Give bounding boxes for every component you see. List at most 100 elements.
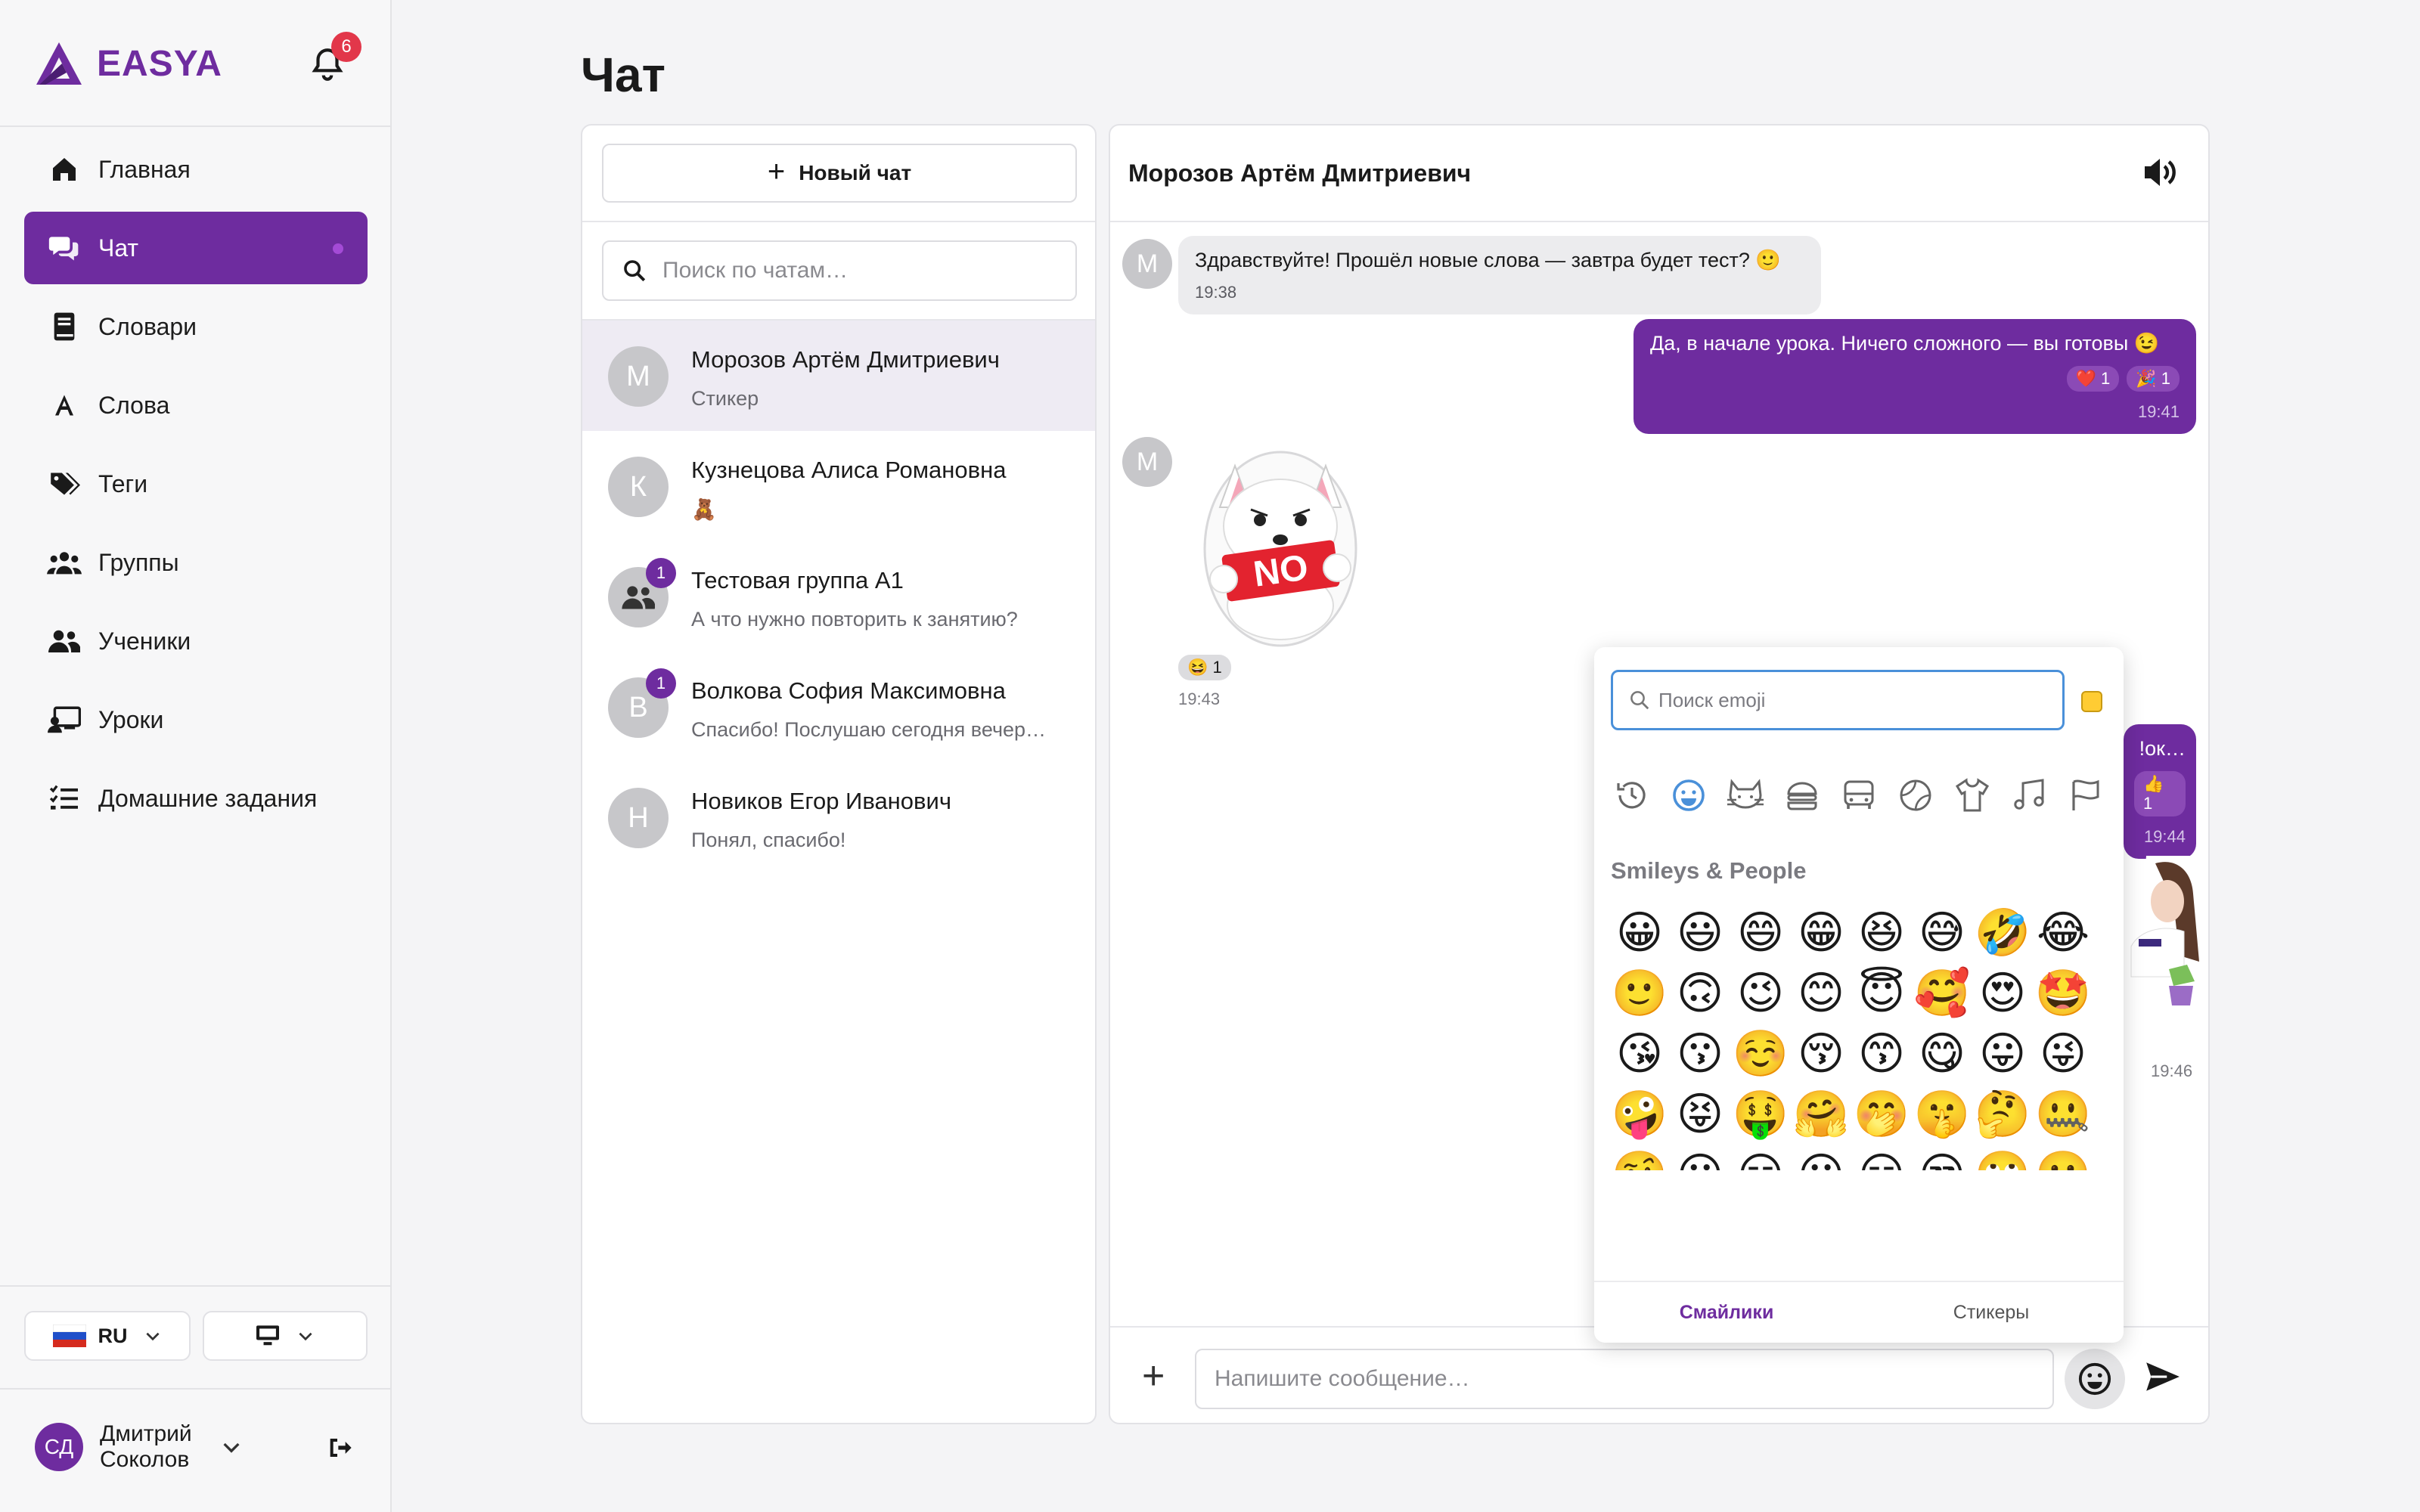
message-input[interactable]: Напишите сообщение… bbox=[1195, 1349, 2054, 1409]
avatar: К bbox=[608, 457, 669, 517]
app-name: EASYA bbox=[97, 43, 222, 84]
message-outgoing[interactable]: Да, в начале урока. Ничего сложного — вы… bbox=[1634, 319, 2196, 434]
emoji-cell[interactable]: 😇 bbox=[1851, 963, 1912, 1024]
nav-item-dictionaries[interactable]: Словари bbox=[24, 290, 368, 363]
emoji-cell[interactable]: 😏 bbox=[1851, 1145, 1912, 1170]
reaction-chip[interactable]: 😆 1 bbox=[1178, 655, 1231, 680]
message-incoming[interactable]: Здравствуйте! Прошёл новые слова — завтр… bbox=[1178, 236, 1821, 314]
smileys-icon[interactable] bbox=[1668, 774, 1710, 816]
app-logo[interactable]: EASYA bbox=[35, 39, 222, 88]
emoji-cell[interactable]: 😆 bbox=[1851, 903, 1912, 963]
language-select[interactable]: RU bbox=[24, 1311, 191, 1361]
objects-icon[interactable] bbox=[1951, 774, 1993, 816]
emoji-cell[interactable]: 🤩 bbox=[2033, 963, 2093, 1024]
emoji-search-input[interactable]: Поиск emoji bbox=[1611, 670, 2065, 730]
chat-list-item[interactable]: М Морозов Артём Дмитриевич Стикер bbox=[582, 321, 1095, 431]
send-icon[interactable] bbox=[2143, 1358, 2181, 1396]
emoji-cell[interactable]: 🙂 bbox=[1609, 963, 1670, 1024]
message-placeholder: Напишите сообщение… bbox=[1215, 1366, 1470, 1391]
nav-item-words[interactable]: Слова bbox=[24, 369, 368, 442]
chevron-down-icon[interactable] bbox=[219, 1435, 244, 1459]
user-menu[interactable]: СД Дмитрий Соколов bbox=[35, 1421, 244, 1473]
emoji-cell[interactable]: 🤪 bbox=[1609, 1084, 1670, 1145]
emoji-cell[interactable]: 😀 bbox=[1609, 903, 1670, 963]
emoji-cell[interactable]: 😉 bbox=[1730, 963, 1791, 1024]
skin-tone-button[interactable] bbox=[2081, 691, 2102, 712]
emoji-cell[interactable]: 🤐 bbox=[2033, 1084, 2093, 1145]
recent-icon[interactable] bbox=[1611, 774, 1653, 816]
emoji-cell[interactable]: ☺️ bbox=[1730, 1024, 1791, 1084]
theme-select[interactable] bbox=[203, 1311, 368, 1361]
sticker-image[interactable] bbox=[2116, 856, 2208, 1034]
emoji-cell[interactable]: 😙 bbox=[1851, 1024, 1912, 1084]
sticker-image[interactable]: NO bbox=[1201, 435, 1360, 647]
emoji-cell[interactable]: 😜 bbox=[2033, 1024, 2093, 1084]
chat-list-item[interactable]: Н Новиков Егор Иванович Понял, спасибо! bbox=[582, 762, 1095, 872]
emoji-cell[interactable]: 🤣 bbox=[1972, 903, 2033, 963]
emoji-cell[interactable]: 😐 bbox=[1670, 1145, 1730, 1170]
conversation-header: Морозов Артём Дмитриевич bbox=[1110, 125, 2208, 222]
emoji-cell[interactable]: 😍 bbox=[1972, 963, 2033, 1024]
emoji-cell[interactable]: 🙄 bbox=[1972, 1145, 2033, 1170]
emoji-cell[interactable]: 🤨 bbox=[1609, 1145, 1670, 1170]
tab-stickers[interactable]: Стикеры bbox=[1859, 1282, 2124, 1343]
symbols-icon[interactable] bbox=[2008, 774, 2050, 816]
emoji-cell[interactable]: 😚 bbox=[1791, 1024, 1851, 1084]
emoji-cell[interactable]: 😊 bbox=[1791, 963, 1851, 1024]
emoji-cell[interactable]: 🥰 bbox=[1912, 963, 1972, 1024]
emoji-cell[interactable]: 🤗 bbox=[1791, 1084, 1851, 1145]
travel-icon[interactable] bbox=[1838, 774, 1880, 816]
flags-icon[interactable] bbox=[2065, 774, 2107, 816]
emoji-cell[interactable]: 😄 bbox=[1730, 903, 1791, 963]
reaction-chip[interactable]: 👍 1 bbox=[2134, 771, 2186, 816]
nav-item-tags[interactable]: Теги bbox=[24, 448, 368, 520]
emoji-toggle-button[interactable] bbox=[2065, 1349, 2125, 1409]
logout-icon[interactable] bbox=[328, 1436, 352, 1459]
emoji-cell[interactable]: 🙃 bbox=[1670, 963, 1730, 1024]
nav-item-chat[interactable]: Чат bbox=[24, 212, 368, 284]
emoji-cell[interactable]: 😑 bbox=[1730, 1145, 1791, 1170]
nav-item-groups[interactable]: Группы bbox=[24, 526, 368, 599]
emoji-cell[interactable]: 😘 bbox=[1609, 1024, 1670, 1084]
emoji-cell[interactable]: 😂 bbox=[2033, 903, 2093, 963]
book-icon bbox=[47, 309, 82, 344]
emoji-cell[interactable]: 😅 bbox=[1912, 903, 1972, 963]
emoji-cell[interactable]: 😗 bbox=[1670, 1024, 1730, 1084]
nav-item-homework[interactable]: Домашние задания bbox=[24, 762, 368, 835]
emoji-cell[interactable]: 😒 bbox=[1912, 1145, 1972, 1170]
message-time: 19:38 bbox=[1195, 283, 1237, 302]
reaction-chip[interactable]: 🎉 1 bbox=[2127, 366, 2180, 392]
food-icon[interactable] bbox=[1781, 774, 1823, 816]
chat-list-item[interactable]: В1 Волкова София Максимовна Спасибо! Посл… bbox=[582, 652, 1095, 762]
attach-plus-icon[interactable]: + bbox=[1142, 1353, 1165, 1399]
emoji-cell[interactable]: 🤔 bbox=[1972, 1084, 2033, 1145]
emoji-cell[interactable]: 😁 bbox=[1791, 903, 1851, 963]
animals-icon[interactable] bbox=[1724, 774, 1767, 816]
emoji-cell[interactable]: 😶 bbox=[1791, 1145, 1851, 1170]
reaction-chip[interactable]: ❤️ 1 bbox=[2066, 366, 2120, 392]
nav-item-students[interactable]: Ученики bbox=[24, 605, 368, 677]
avatar: М bbox=[1122, 239, 1172, 289]
nav-item-home[interactable]: Главная bbox=[24, 133, 368, 206]
reactions: 👍 1 bbox=[2134, 771, 2186, 816]
emoji-cell[interactable]: 😃 bbox=[1670, 903, 1730, 963]
message-outgoing[interactable]: …ок! 😄 👍 1 19:44 bbox=[2124, 724, 2196, 859]
emoji-cell[interactable]: 🤑 bbox=[1730, 1084, 1791, 1145]
activities-icon[interactable] bbox=[1894, 774, 1937, 816]
new-chat-button[interactable]: + Новый чат bbox=[602, 144, 1077, 203]
chat-search-input[interactable]: Поиск по чатам… bbox=[602, 240, 1077, 301]
divider bbox=[0, 1285, 392, 1287]
chat-list-item[interactable]: 1 Тестовая группа A1 А что нужно повторит… bbox=[582, 541, 1095, 652]
emoji-cell[interactable]: 😋 bbox=[1912, 1024, 1972, 1084]
emoji-cell[interactable]: 🤭 bbox=[1851, 1084, 1912, 1145]
tab-emoji[interactable]: Смайлики bbox=[1594, 1282, 1859, 1343]
emoji-cell[interactable]: 😝 bbox=[1670, 1084, 1730, 1145]
speaker-icon[interactable] bbox=[2142, 156, 2178, 189]
nav-label: Теги bbox=[98, 469, 148, 497]
emoji-cell[interactable]: 😛 bbox=[1972, 1024, 2033, 1084]
nav-item-lessons[interactable]: Уроки bbox=[24, 683, 368, 756]
message-time: 19:43 bbox=[1178, 689, 1221, 708]
emoji-cell[interactable]: 😬 bbox=[2033, 1145, 2093, 1170]
emoji-cell[interactable]: 🤫 bbox=[1912, 1084, 1972, 1145]
chat-list-item[interactable]: К Кузнецова Алиса Романовна 🧸 bbox=[582, 431, 1095, 541]
